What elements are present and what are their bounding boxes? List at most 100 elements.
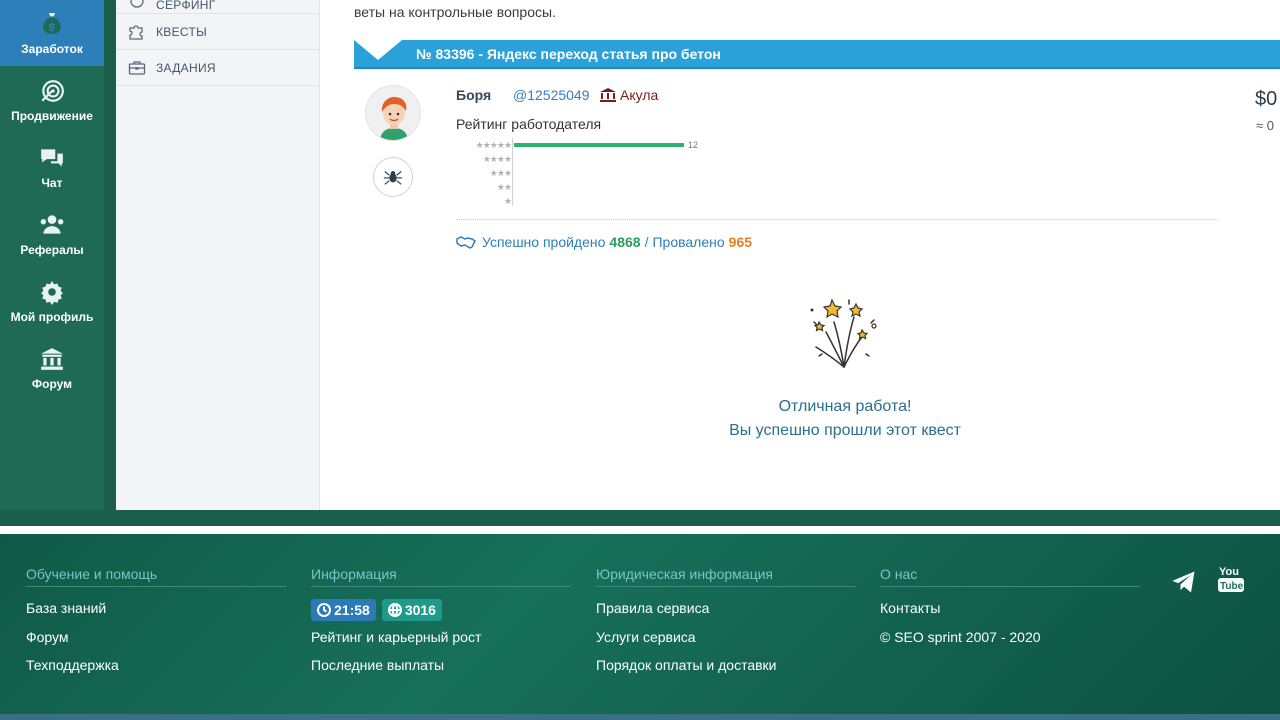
gear-icon	[38, 278, 66, 306]
sub-navigation: СЕРФИНГ КВЕСТЫ ЗАДАНИЯ	[116, 0, 320, 510]
rating-row-1: ★	[456, 194, 716, 208]
success-title: Отличная работа!	[778, 398, 912, 415]
rating-title: Рейтинг работодателя	[456, 116, 602, 132]
failed-count: 965	[728, 234, 753, 250]
rank-label: Акула	[620, 87, 659, 103]
rating-row-3: ★★★	[456, 166, 716, 180]
users-icon	[38, 211, 66, 239]
subnav-item-tasks[interactable]: ЗАДАНИЯ	[116, 50, 319, 86]
nav-item-earnings[interactable]: Заработок	[0, 0, 104, 66]
footer-heading: Юридическая информация	[596, 566, 856, 587]
nav-item-promotion[interactable]: Продвижение	[0, 66, 104, 133]
quest-stats: Успешно пройдено 4868 / Провалено 965	[456, 234, 752, 250]
rating-row-2: ★★	[456, 180, 716, 194]
footer-link-forum[interactable]: Форум	[26, 628, 286, 657]
spider-badge-icon[interactable]	[373, 157, 413, 197]
rating-stars: ★★★★★	[475, 140, 512, 150]
rating-row-4: ★★★★	[456, 152, 716, 166]
passed-count: 4868	[609, 234, 641, 250]
footer-link-contacts[interactable]: Контакты	[880, 599, 1140, 628]
footer-column-about: О нас Контакты © SEO sprint 2007 - 2020	[880, 566, 1140, 656]
footer-heading: О нас	[880, 566, 1140, 587]
site-footer: Обучение и помощь База знаний Форум Техп…	[0, 534, 1280, 714]
footer-link-knowledge-base[interactable]: База знаний	[26, 599, 286, 628]
rating-chart: ★★★★★ 12 ★★★★ ★★★ ★★ ★	[456, 138, 716, 208]
online-count: 3016	[404, 602, 436, 618]
money-bag-icon	[38, 10, 66, 38]
nav-item-chat[interactable]: Чат	[0, 133, 104, 200]
bank-icon	[600, 88, 616, 102]
subnav-label: СЕРФИНГ	[156, 0, 216, 12]
stats-separator: /	[644, 234, 649, 250]
nav-label: Чат	[41, 175, 63, 190]
footer-heading: Обучение и помощь	[26, 566, 286, 587]
footer-link-rules[interactable]: Правила сервиса	[596, 599, 856, 628]
footer-bottom-strip	[0, 714, 1280, 720]
employer-id[interactable]: @12525049	[513, 87, 590, 103]
clock-icon	[317, 603, 331, 617]
rating-stars: ★★	[496, 182, 512, 192]
passed-label: Успешно пройдено	[482, 234, 606, 250]
copyright: © SEO sprint 2007 - 2020	[880, 628, 1041, 645]
employer-rank: Акула	[600, 87, 658, 103]
rating-stars: ★★★	[489, 168, 512, 178]
section-divider	[456, 219, 1218, 220]
footer-column-info: Информация 21:58 3016 Рейтинг и карьерны…	[311, 566, 571, 685]
chat-icon	[38, 144, 66, 172]
svg-text:You: You	[1219, 566, 1239, 578]
nav-label: Заработок	[21, 42, 83, 56]
server-time-badge: 21:58	[311, 599, 376, 621]
status-pills: 21:58 3016	[311, 599, 571, 628]
user-avatar-icon	[366, 86, 420, 140]
quest-price-approx: ≈ 0	[1256, 118, 1274, 133]
subnav-item-surfing[interactable]: СЕРФИНГ	[116, 0, 319, 14]
nav-item-forum[interactable]: Форум	[0, 334, 104, 401]
surfing-icon	[126, 0, 148, 13]
intro-text: веты на контрольные вопросы.	[354, 4, 556, 20]
page-separator	[0, 526, 1280, 534]
success-message: Вы успешно прошли этот квест	[729, 422, 961, 439]
main-content: веты на контрольные вопросы. № 83396 - Я…	[320, 0, 1280, 510]
building-icon	[38, 345, 66, 373]
footer-link-payment-delivery[interactable]: Порядок оплаты и доставки	[596, 656, 856, 685]
footer-heading: Информация	[311, 566, 571, 587]
rating-stars: ★★★★	[482, 154, 512, 164]
telegram-icon	[1172, 571, 1195, 593]
footer-link-rating[interactable]: Рейтинг и карьерный рост	[311, 628, 571, 657]
footer-link-payouts[interactable]: Последние выплаты	[311, 656, 571, 685]
avatar[interactable]	[365, 85, 421, 141]
nav-item-referrals[interactable]: Рефералы	[0, 200, 104, 267]
ribbon-notch-icon	[354, 40, 402, 60]
nav-label: Форум	[31, 376, 73, 391]
footer-link-services[interactable]: Услуги сервиса	[596, 628, 856, 657]
subnav-label: КВЕСТЫ	[156, 24, 208, 39]
fireworks-icon	[810, 298, 877, 368]
nav-item-profile[interactable]: Мой профиль	[0, 267, 104, 334]
target-arrow-icon	[38, 77, 66, 105]
youtube-icon: You Tube	[1218, 566, 1244, 592]
sidebar-footer-strip	[0, 510, 116, 526]
quest-price: $0	[1255, 88, 1278, 110]
svg-text:Tube: Tube	[1220, 581, 1244, 592]
rating-bar-value: 12	[688, 140, 699, 150]
online-count-badge: 3016	[381, 599, 442, 621]
rating-stars: ★	[503, 196, 512, 206]
footer-link-support[interactable]: Техподдержка	[26, 656, 286, 685]
footer-column-help: Обучение и помощь База знаний Форум Техп…	[26, 566, 286, 685]
rating-row-5: ★★★★★ 12	[456, 138, 716, 152]
nav-label: Продвижение	[11, 108, 93, 123]
telegram-link[interactable]	[1170, 568, 1198, 596]
subnav-label: ЗАДАНИЯ	[156, 60, 216, 75]
main-sidebar: Заработок Продвижение Чат Рефералы Мой п…	[0, 0, 104, 510]
youtube-link[interactable]: You Tube	[1218, 564, 1244, 594]
nav-label: Мой профиль	[10, 309, 94, 324]
nav-label: Рефералы	[20, 242, 84, 257]
employer-name[interactable]: Боря	[456, 87, 491, 103]
footer-column-legal: Юридическая информация Правила сервиса У…	[596, 566, 856, 685]
globe-icon	[387, 603, 402, 617]
puzzle-icon	[126, 24, 148, 40]
subnav-item-quests[interactable]: КВЕСТЫ	[116, 14, 319, 50]
failed-label: Провалено	[652, 234, 725, 250]
quest-header-bar: № 83396 - Яндекс переход статья про бето…	[354, 40, 1280, 69]
handshake-icon	[456, 236, 476, 249]
